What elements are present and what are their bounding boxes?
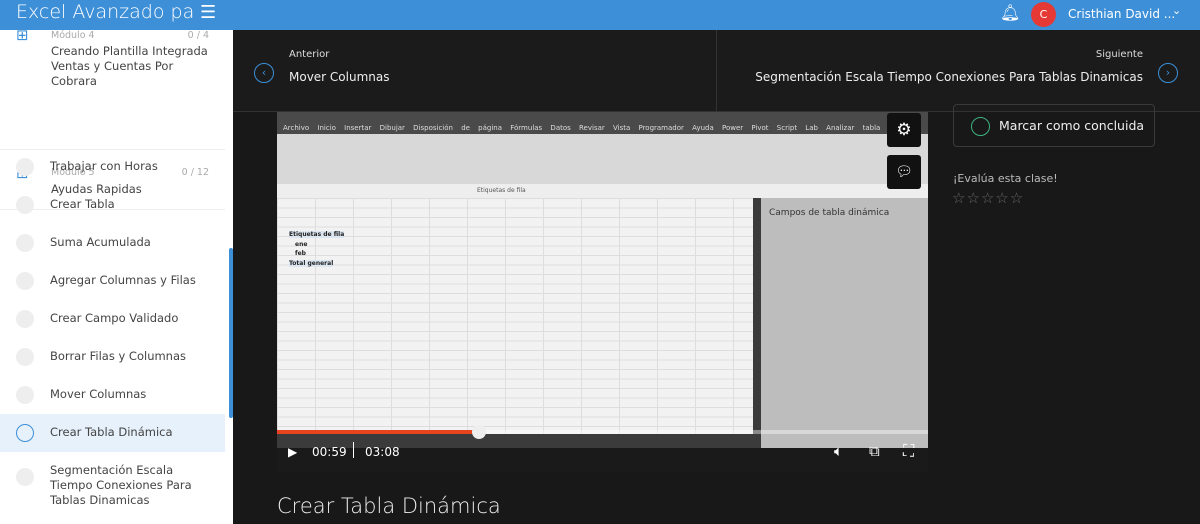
comment-icon[interactable]: 💬︎ bbox=[887, 155, 921, 189]
status-circle-icon bbox=[16, 310, 34, 328]
chevron-down-icon[interactable]: ⌄ bbox=[1172, 4, 1181, 17]
progress-knob[interactable] bbox=[471, 425, 486, 439]
mark-complete-button[interactable]: Marcar como concluida bbox=[953, 104, 1155, 147]
lesson-title: Segmentación Escala Tiempo Conexiones Pa… bbox=[50, 463, 192, 507]
status-circle-icon bbox=[16, 196, 34, 214]
current-time: 00:59 bbox=[312, 445, 347, 459]
lesson-title: Trabajar con Horas bbox=[50, 159, 158, 173]
lesson-item[interactable]: Crear Campo Validado bbox=[0, 300, 225, 338]
volume-icon[interactable]: 🔈︎ bbox=[834, 442, 843, 460]
video-cell: feb bbox=[295, 250, 306, 257]
bell-icon[interactable]: 🔔︎ bbox=[1000, 3, 1020, 22]
lesson-title-heading: Crear Tabla Dinámica bbox=[277, 494, 501, 518]
next-lesson-link[interactable]: Segmentación Escala Tiempo Conexiones Pa… bbox=[755, 70, 1143, 84]
lesson-title: Borrar Filas y Columnas bbox=[50, 349, 187, 363]
status-circle-icon bbox=[16, 348, 34, 366]
divider bbox=[716, 30, 717, 112]
status-circle-icon bbox=[16, 272, 34, 290]
rate-label: ¡Evalúa esta clase! bbox=[953, 172, 1058, 185]
next-arrow-icon[interactable]: › bbox=[1158, 63, 1178, 83]
sidebar-scrollbar[interactable] bbox=[229, 248, 233, 418]
lesson-title: Crear Campo Validado bbox=[50, 311, 179, 325]
lesson-title: Suma Acumulada bbox=[50, 235, 151, 249]
lesson-title: Crear Tabla bbox=[50, 197, 115, 211]
circle-icon bbox=[971, 117, 990, 136]
star-rating[interactable]: ☆☆☆☆☆ bbox=[952, 189, 1024, 207]
prev-lesson-link[interactable]: Mover Columnas bbox=[289, 70, 390, 84]
video-cell: ene bbox=[295, 241, 308, 248]
module-count: 0 / 4 bbox=[187, 30, 209, 41]
top-bar: Excel Avanzado para Administrativos ☰ 🔔︎… bbox=[0, 0, 1200, 30]
lesson-item[interactable]: Suma Acumulada bbox=[0, 224, 225, 262]
avatar[interactable]: C bbox=[1031, 2, 1056, 27]
video-player[interactable]: Archivo Inicio Insertar Dibujar Disposic… bbox=[277, 112, 928, 472]
video-progress-bar[interactable] bbox=[277, 425, 928, 439]
video-formula-bar: Etiquetas de fila bbox=[277, 184, 928, 198]
lesson-item[interactable]: Agregar Columnas y Filas bbox=[0, 262, 225, 300]
mark-complete-label: Marcar como concluida bbox=[999, 118, 1145, 133]
status-circle-icon bbox=[16, 158, 34, 176]
module-4[interactable]: ⊞ Módulo 4 0 / 4 Creando Plantilla Integ… bbox=[0, 30, 225, 150]
video-ribbon-tabs: Archivo Inicio Insertar Dibujar Disposic… bbox=[277, 112, 928, 134]
video-cell: Total general bbox=[289, 260, 334, 267]
picture-in-picture-icon[interactable]: ⧉ bbox=[869, 442, 880, 460]
lesson-item[interactable]: Mover Columnas bbox=[0, 376, 225, 414]
menu-icon[interactable]: ☰ bbox=[200, 2, 216, 23]
prev-arrow-icon[interactable]: ‹ bbox=[254, 63, 274, 83]
status-circle-icon bbox=[16, 424, 34, 442]
lesson-title: Crear Tabla Dinámica bbox=[50, 425, 173, 439]
lesson-item-active[interactable]: Crear Tabla Dinámica bbox=[0, 414, 225, 452]
progress-fill bbox=[277, 430, 479, 434]
video-pivot-panel: Campos de tabla dinámica bbox=[761, 198, 928, 448]
course-title[interactable]: Excel Avanzado para Administrativos bbox=[16, 1, 194, 23]
folder-plus-icon: ⊞ bbox=[16, 30, 29, 44]
sidebar: ⊞ Módulo 4 0 / 4 Creando Plantilla Integ… bbox=[0, 30, 233, 524]
status-circle-icon bbox=[16, 468, 34, 486]
settings-gear-icon[interactable]: ⚙ bbox=[887, 113, 921, 147]
status-circle-icon bbox=[16, 234, 34, 252]
user-name[interactable]: Cristhian David ... bbox=[1068, 7, 1175, 21]
next-label: Siguiente bbox=[1095, 49, 1143, 60]
lesson-title: Mover Columnas bbox=[50, 387, 147, 401]
status-circle-icon bbox=[16, 386, 34, 404]
lesson-item[interactable]: Borrar Filas y Columnas bbox=[0, 338, 225, 376]
lesson-title: Agregar Columnas y Filas bbox=[50, 273, 196, 287]
lesson-item[interactable]: Trabajar con Horas bbox=[0, 148, 225, 186]
lesson-item[interactable]: Crear Tabla bbox=[0, 186, 225, 224]
play-icon[interactable]: ▶ bbox=[288, 445, 297, 459]
fullscreen-icon[interactable]: ⛶ bbox=[903, 441, 914, 461]
video-cell: Etiquetas de fila bbox=[289, 231, 345, 238]
prev-label: Anterior bbox=[289, 49, 330, 60]
pivot-title: Campos de tabla dinámica bbox=[769, 208, 890, 218]
module-label: Módulo 4 bbox=[51, 30, 95, 41]
lesson-item[interactable]: Segmentación Escala Tiempo Conexiones Pa… bbox=[0, 458, 225, 518]
module-title: Creando Plantilla Integrada Ventas y Cue… bbox=[51, 44, 208, 88]
time-divider bbox=[353, 442, 354, 458]
lesson-nav: ‹ Anterior Mover Columnas Siguiente Segm… bbox=[233, 30, 1200, 112]
duration: 03:08 bbox=[365, 445, 400, 459]
video-spreadsheet: Etiquetas de fila ene feb Total general bbox=[277, 198, 753, 434]
